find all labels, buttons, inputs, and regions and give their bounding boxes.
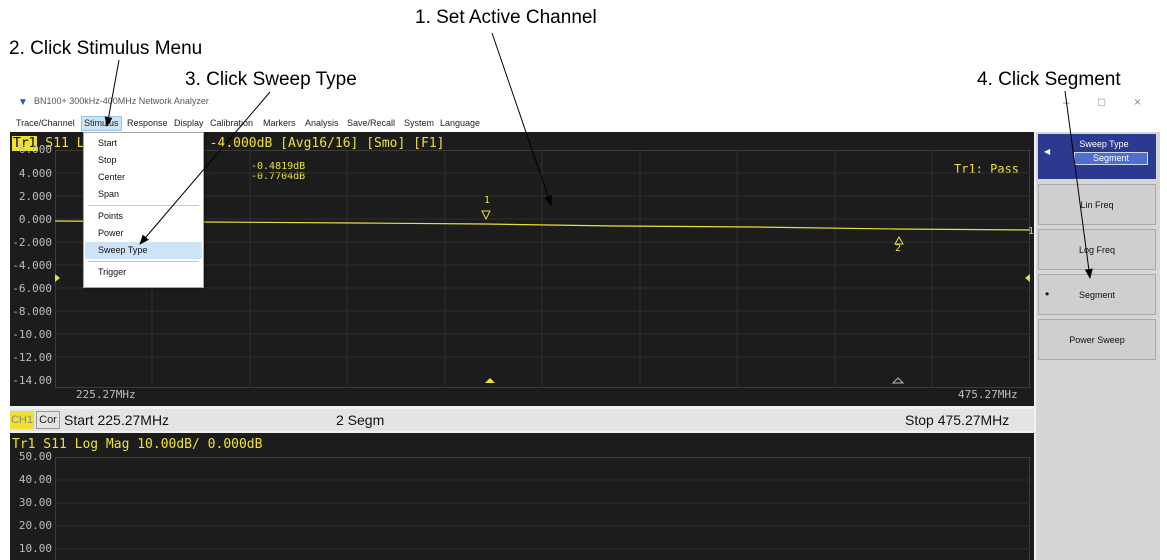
menu-item-sweep-type[interactable]: Sweep Type: [85, 242, 202, 259]
ref-marker-label: 1: [1028, 226, 1035, 237]
y-tick: 20.00: [18, 519, 52, 532]
annotation-click-sweep-type: 3. Click Sweep Type: [185, 69, 357, 90]
softkey-current-value: Segment: [1074, 152, 1148, 165]
close-button[interactable]: ×: [1134, 95, 1141, 109]
menu-item-start[interactable]: Start: [85, 135, 202, 152]
menu-system[interactable]: System: [402, 117, 436, 130]
title-bar: ▼ BN100+ 300kHz-400MHz Network Analyzer …: [10, 92, 1160, 115]
menu-separator: [88, 261, 199, 262]
ref-arrow-right-icon: [1025, 274, 1030, 282]
annotation-click-stimulus-menu: 2. Click Stimulus Menu: [9, 38, 203, 59]
y-tick: 50.00: [18, 450, 52, 463]
status-segments[interactable]: 2 Segm: [336, 412, 384, 428]
y-tick: 6.000: [18, 143, 52, 156]
menu-item-power[interactable]: Power: [85, 225, 202, 242]
x-stop-label: 475.27MHz: [958, 388, 1018, 401]
y-tick: -12.00: [12, 351, 52, 364]
menu-bar: Trace/Channel Stimulus Response Display …: [10, 115, 1160, 132]
y-tick: -8.000: [12, 305, 52, 318]
marker-2-label: 2: [895, 243, 902, 254]
menu-display[interactable]: Display: [172, 117, 206, 130]
app-logo-icon: ▼: [18, 97, 28, 108]
menu-stimulus[interactable]: Stimulus: [81, 116, 122, 131]
menu-markers[interactable]: Markers: [261, 117, 298, 130]
menu-item-center[interactable]: Center: [85, 169, 202, 186]
ref-arrow-left-icon: [55, 274, 60, 282]
channel-status-bar: CH1 Cor Start 225.27MHz 2 Segm Stop 475.…: [10, 409, 1034, 431]
softkey-sweep-type-header[interactable]: ◀ Sweep Type Segment: [1038, 134, 1156, 179]
y-tick: -6.000: [12, 282, 52, 295]
y-tick: -4.000: [12, 259, 52, 272]
network-analyzer-window: ▼ BN100+ 300kHz-400MHz Network Analyzer …: [10, 92, 1160, 560]
softkey-log-freq[interactable]: Log Freq: [1038, 229, 1156, 270]
softkey-title: Sweep Type: [1079, 139, 1129, 149]
annotation-set-active-channel: 1. Set Active Channel: [415, 7, 597, 28]
x-marker-hollow-icon: [891, 377, 905, 384]
bottom-plot-area[interactable]: [55, 457, 1030, 560]
window-title: BN100+ 300kHz-400MHz Network Analyzer: [34, 96, 209, 106]
y-tick: 10.00: [18, 542, 52, 555]
softkey-lin-freq[interactable]: Lin Freq: [1038, 184, 1156, 225]
softkey-power-sweep[interactable]: Power Sweep: [1038, 319, 1156, 360]
status-stop[interactable]: Stop 475.27MHz: [905, 412, 1009, 428]
y-tick: -10.00: [12, 328, 52, 341]
menu-language[interactable]: Language: [438, 117, 482, 130]
menu-separator: [88, 205, 199, 206]
y-tick: 2.000: [18, 190, 52, 203]
softkey-panel: ◀ Sweep Type Segment Lin Freq Log Freq •…: [1036, 132, 1160, 560]
menu-response[interactable]: Response: [125, 117, 170, 130]
maximize-button[interactable]: □: [1098, 95, 1105, 109]
trace-panel-bottom[interactable]: Tr1 S11 Log Mag 10.00dB/ 0.000dB 50.00 4…: [10, 433, 1034, 560]
annotation-click-segment: 4. Click Segment: [977, 69, 1121, 90]
y-tick: 4.000: [18, 167, 52, 180]
status-start[interactable]: Start 225.27MHz: [64, 412, 169, 428]
channel-indicator[interactable]: CH1: [10, 411, 34, 429]
x-start-label: 225.27MHz: [76, 388, 136, 401]
selected-bullet-icon: •: [1045, 287, 1050, 301]
stimulus-dropdown-menu: Start Stop Center Span Points Power Swee…: [83, 132, 204, 288]
y-tick: -14.00: [12, 374, 52, 387]
menu-save-recall[interactable]: Save/Recall: [345, 117, 397, 130]
correction-indicator: Cor: [36, 411, 60, 429]
menu-item-span[interactable]: Span: [85, 186, 202, 203]
x-marker-filled-icon: [485, 378, 495, 383]
menu-trace-channel[interactable]: Trace/Channel: [14, 117, 77, 130]
menu-item-trigger[interactable]: Trigger: [85, 264, 202, 281]
menu-analysis[interactable]: Analysis: [303, 117, 341, 130]
top-trace-header: Tr1 S11 Log Mag 2.000dB/ -4.000dB [Avg16…: [12, 136, 444, 151]
menu-item-stop[interactable]: Stop: [85, 152, 202, 169]
menu-calibration[interactable]: Calibration: [208, 117, 255, 130]
menu-item-points[interactable]: Points: [85, 208, 202, 225]
y-tick: 0.000: [18, 213, 52, 226]
y-tick: -2.000: [12, 236, 52, 249]
marker-1-icon: [481, 210, 491, 221]
y-tick: 40.00: [18, 473, 52, 486]
minimize-button[interactable]: –: [1063, 95, 1070, 109]
softkey-segment[interactable]: • Segment: [1038, 274, 1156, 315]
marker-1-label: 1: [484, 195, 491, 206]
y-tick: 30.00: [18, 496, 52, 509]
softkey-back-icon[interactable]: ◀: [1044, 147, 1050, 156]
